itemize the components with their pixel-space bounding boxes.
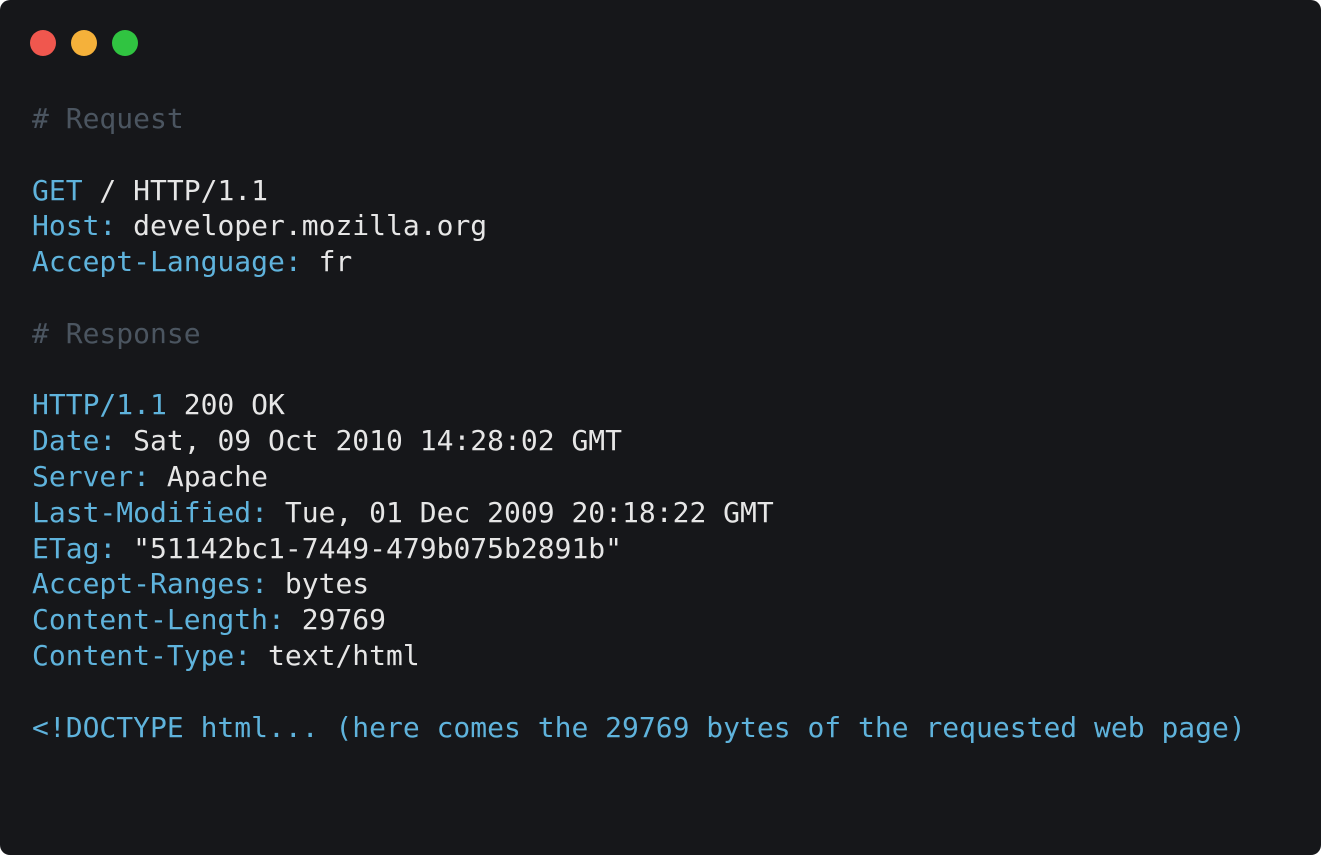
response-header-content-type: Content-Type: text/html <box>32 638 1246 674</box>
maximize-button[interactable] <box>112 30 138 56</box>
status-code: 200 OK <box>166 388 285 422</box>
header-value: Tue, 01 Dec 2009 20:18:22 GMT <box>268 495 774 529</box>
response-header-date: Date: Sat, 09 Oct 2010 14:28:02 GMT <box>32 423 1246 459</box>
status-line: HTTP/1.1 200 OK <box>32 387 1246 423</box>
header-name: Last-Modified: <box>32 495 269 529</box>
header-name: Content-Type: <box>32 638 252 672</box>
header-name: Date: <box>32 424 117 458</box>
header-name: ETag: <box>32 531 117 565</box>
header-value: 29769 <box>284 603 387 637</box>
response-body: <!DOCTYPE html... (here comes the 29769 … <box>32 710 1246 744</box>
response-header-accept-ranges: Accept-Ranges: bytes <box>32 566 1246 602</box>
header-name: Server: <box>32 459 151 493</box>
header-value: bytes <box>268 567 370 601</box>
request-target: / HTTP/1.1 <box>82 173 269 207</box>
response-header-content-length: Content-Length: 29769 <box>32 602 1246 638</box>
header-value: developer.mozilla.org <box>116 209 488 243</box>
code-window: # Request GET / HTTP/1.1 Host: developer.… <box>0 0 1321 855</box>
response-header-etag: ETag: "51142bc1-7449-479b075b2891b" <box>32 531 1246 567</box>
request-method: GET <box>32 173 83 207</box>
header-name: Content-Length: <box>32 603 285 637</box>
minimize-button[interactable] <box>71 30 97 56</box>
response-header-last-modified: Last-Modified: Tue, 01 Dec 2009 20:18:22… <box>32 495 1246 531</box>
request-header-accept-language: Accept-Language: fr <box>32 244 1246 280</box>
header-value: "51142bc1-7449-479b075b2891b" <box>116 531 623 565</box>
header-value: Apache <box>150 459 269 493</box>
header-value: text/html <box>251 638 420 672</box>
close-button[interactable] <box>30 30 56 56</box>
header-value: Sat, 09 Oct 2010 14:28:02 GMT <box>116 424 623 458</box>
request-header-host: Host: developer.mozilla.org <box>32 208 1246 244</box>
code-block: # Request GET / HTTP/1.1 Host: developer.… <box>32 101 1246 745</box>
response-comment: # Response <box>32 316 201 350</box>
window-controls <box>30 30 138 56</box>
http-version: HTTP/1.1 <box>32 388 167 422</box>
request-comment: # Request <box>32 102 184 135</box>
header-name: Accept-Ranges: <box>32 567 269 601</box>
request-line: GET / HTTP/1.1 <box>32 173 1246 209</box>
header-name: Accept-Language: <box>32 245 302 279</box>
response-header-server: Server: Apache <box>32 459 1246 495</box>
header-value: fr <box>301 245 353 279</box>
header-name: Host: <box>32 209 117 243</box>
